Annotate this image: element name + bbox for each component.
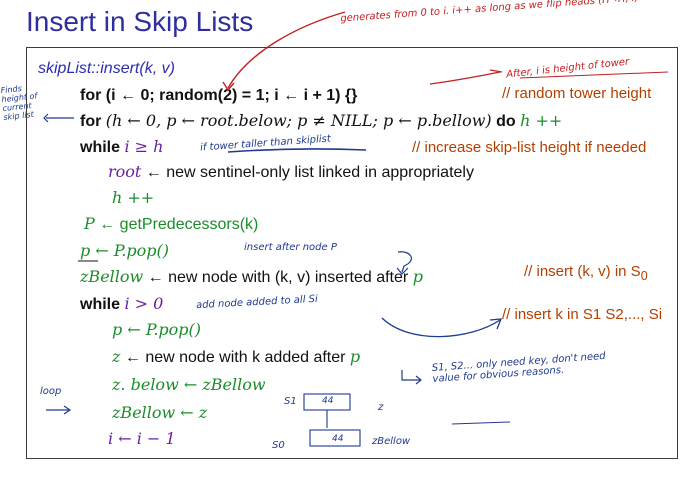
lecture-slide: Insert in Skip Lists skipList::insert(k,…	[0, 0, 687, 478]
arrow-insert-all	[381, 317, 501, 338]
arrow-to-random	[227, 11, 346, 89]
node-box-top	[303, 393, 351, 411]
node-box-bottom	[309, 429, 361, 447]
arrow-s-levels	[401, 370, 420, 381]
underline-reasons	[451, 421, 511, 425]
arrow-insert-after	[397, 251, 412, 273]
arrow-to-after	[429, 71, 501, 85]
after-underline	[519, 71, 669, 79]
arrow-head-after	[489, 69, 503, 73]
handdrawn-strokes	[43, 11, 669, 447]
underline-tower-taller	[227, 148, 367, 153]
